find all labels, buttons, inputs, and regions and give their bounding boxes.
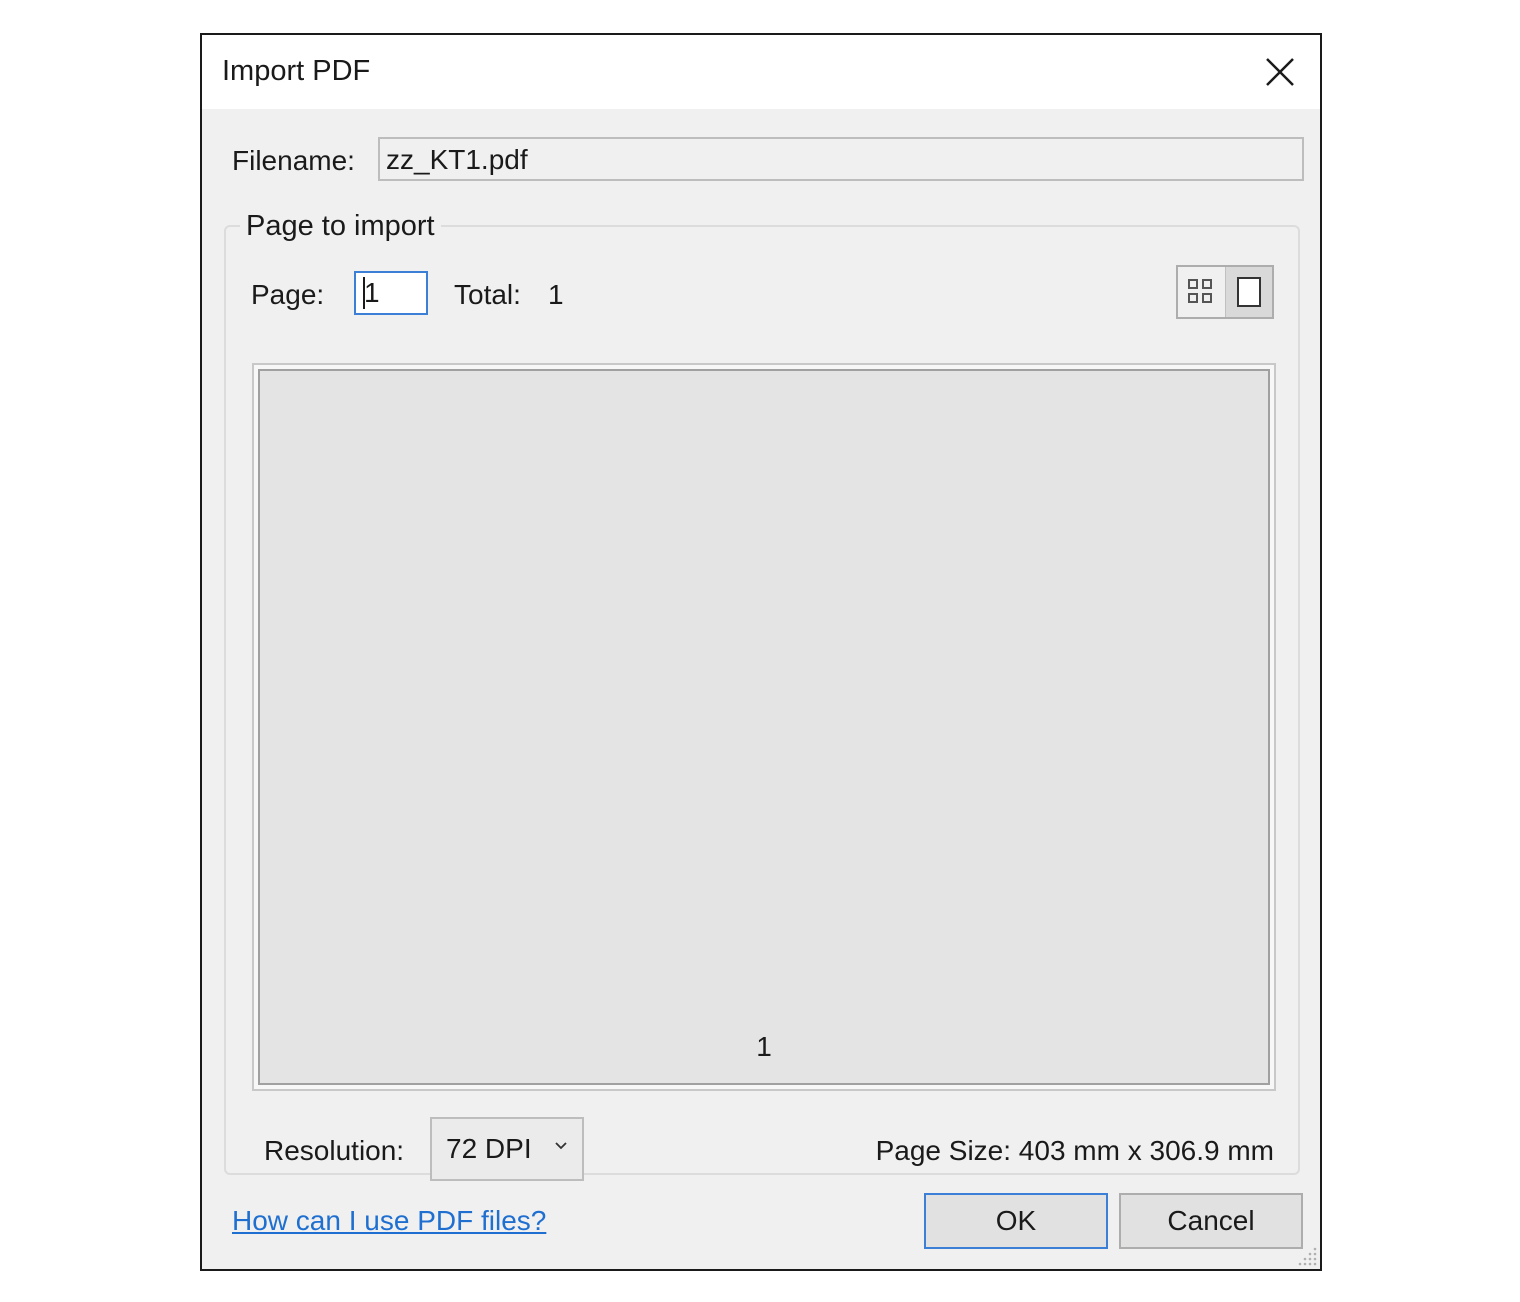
resolution-value: 72 DPI xyxy=(446,1133,532,1164)
close-icon xyxy=(1266,58,1294,86)
preview-page-number: 1 xyxy=(756,1031,772,1062)
ok-button[interactable]: OK xyxy=(924,1193,1108,1249)
single-page-view-button[interactable] xyxy=(1224,267,1272,317)
title-bar: Import PDF xyxy=(202,35,1320,109)
page-number-input[interactable] xyxy=(354,271,428,315)
single-page-icon xyxy=(1236,277,1261,307)
import-pdf-dialog: Import PDF Filename: zz_KT1.pdf Page to … xyxy=(200,33,1322,1271)
page-to-import-group: Page to import Page: Total: 1 xyxy=(224,209,1300,1181)
grid-view-icon xyxy=(1188,279,1213,303)
page-label: Page: xyxy=(251,279,325,310)
page-preview[interactable]: 1 xyxy=(252,363,1276,1091)
help-link[interactable]: How can I use PDF files? xyxy=(232,1205,546,1237)
chevron-down-icon xyxy=(555,1142,567,1150)
page-size-text: Page Size: 403 mm x 306.9 mm xyxy=(875,1135,1274,1166)
view-mode-toggle xyxy=(1176,265,1274,319)
text-caret xyxy=(363,277,365,309)
dialog-title: Import PDF xyxy=(222,55,371,87)
filename-label: Filename: xyxy=(232,145,355,176)
filename-field: zz_KT1.pdf xyxy=(378,137,1304,181)
resize-grip-icon[interactable] xyxy=(1296,1245,1318,1267)
resolution-label: Resolution: xyxy=(264,1135,405,1166)
resolution-dropdown[interactable]: 72 DPI xyxy=(430,1117,584,1181)
grid-view-button[interactable] xyxy=(1178,267,1225,317)
page-thumbnail[interactable]: 1 xyxy=(258,369,1270,1085)
total-value: 1 xyxy=(548,279,564,310)
group-title: Page to import xyxy=(240,209,441,243)
close-button[interactable] xyxy=(1240,35,1320,109)
cancel-button[interactable]: Cancel xyxy=(1119,1193,1303,1249)
total-label: Total: xyxy=(454,279,521,310)
